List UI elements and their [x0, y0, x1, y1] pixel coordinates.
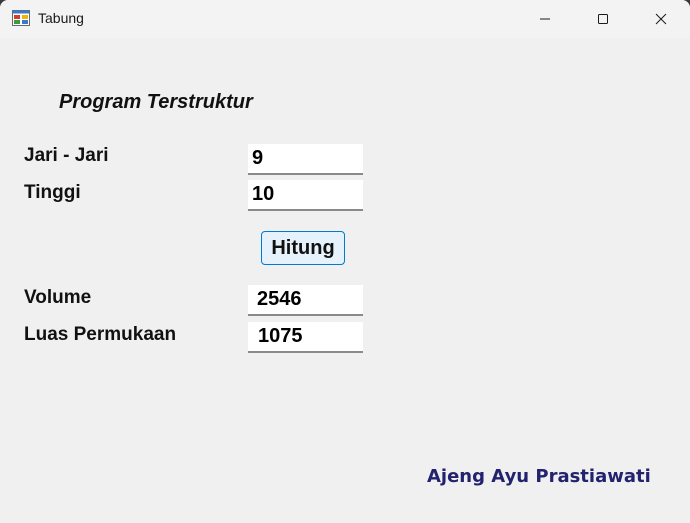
volume-output[interactable]	[248, 285, 363, 316]
title-bar[interactable]: Tabung	[0, 0, 690, 38]
maximize-button[interactable]	[574, 0, 632, 38]
volume-label: Volume	[24, 287, 92, 308]
close-icon	[655, 13, 667, 25]
hitung-button[interactable]: Hitung	[261, 231, 345, 265]
maximize-icon	[597, 13, 609, 25]
app-icon	[12, 10, 30, 26]
tinggi-input[interactable]	[248, 180, 363, 211]
app-window: Tabung Program Terstruktur Jari - Jari T…	[0, 0, 690, 523]
jari-jari-input[interactable]	[248, 144, 363, 175]
author-name: Ajeng Ayu Prastiawati	[427, 466, 651, 487]
jari-jari-label: Jari - Jari	[24, 145, 109, 166]
program-heading: Program Terstruktur	[59, 91, 253, 113]
window-title: Tabung	[38, 10, 84, 26]
tinggi-label: Tinggi	[24, 182, 81, 203]
luas-permukaan-label: Luas Permukaan	[24, 324, 177, 345]
luas-permukaan-output[interactable]	[248, 322, 363, 353]
close-button[interactable]	[632, 0, 690, 38]
minimize-icon	[539, 13, 551, 25]
form-client-area: Program Terstruktur Jari - Jari Tinggi H…	[0, 38, 690, 523]
minimize-button[interactable]	[516, 0, 574, 38]
